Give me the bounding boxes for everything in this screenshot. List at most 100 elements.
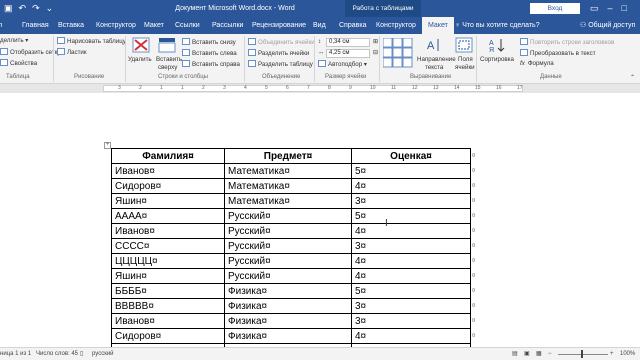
cell-subject[interactable]: Русский¤ [224, 223, 352, 239]
tab-references[interactable]: Ссылки [175, 17, 200, 34]
cell-subject[interactable]: Физика¤ [224, 313, 352, 329]
cell-surname[interactable]: Яшин¤ [111, 268, 225, 284]
tab-table-layout[interactable]: Макет [422, 17, 454, 34]
zoom-in-icon[interactable]: + [610, 350, 614, 358]
tab-review[interactable]: Рецензирование [252, 17, 306, 34]
cell-grade[interactable]: 4¤ [351, 253, 471, 269]
cell-margins-label-1[interactable]: Поля [458, 56, 473, 64]
split-cells-button[interactable]: Разделить ячейки [248, 49, 309, 58]
customize-qat-icon[interactable]: ⌄ [46, 2, 54, 15]
convert-to-text-button[interactable]: Преобразовать в текст [520, 49, 596, 58]
tab-help[interactable]: Справка [339, 17, 366, 34]
cell-subject[interactable]: Русский¤ [224, 268, 352, 284]
cell-margins-icon[interactable] [455, 37, 473, 53]
cell-height-field[interactable]: 0,34 см [326, 38, 370, 47]
cell-subject[interactable]: Русский¤ [224, 253, 352, 269]
tab-file[interactable]: л [0, 17, 2, 34]
cell-grade[interactable]: 4¤ [351, 328, 471, 344]
sort-icon[interactable]: A Я [488, 37, 506, 53]
cell-surname[interactable]: АААА¤ [111, 208, 225, 224]
read-mode-icon[interactable]: ▤ [512, 350, 518, 358]
cell-surname[interactable]: Иванов¤ [111, 223, 225, 239]
select-dropdown[interactable]: деллить ▾ [0, 37, 28, 45]
cell-surname[interactable]: Яшин¤ [111, 193, 225, 209]
tab-insert[interactable]: Вставка [58, 17, 84, 34]
maximize-icon[interactable]: □ [622, 1, 627, 15]
cell-grade[interactable]: 4¤ [351, 223, 471, 239]
tab-view[interactable]: Вид [313, 17, 326, 34]
cell-margins-label-2[interactable]: ячейки [455, 64, 475, 72]
zoom-slider[interactable] [558, 354, 608, 355]
tab-table-design[interactable]: Конструктор [376, 17, 416, 34]
cell-grade[interactable]: 5¤ [351, 163, 471, 179]
word-count[interactable]: Число слов: 45 [36, 350, 78, 358]
tab-mailings[interactable]: Рассылки [212, 17, 243, 34]
share-button[interactable]: ⚇ Общий доступ [580, 17, 635, 34]
cell-surname[interactable]: ЦЦЦЦЦ¤ [111, 253, 225, 269]
merge-cells-button[interactable]: Объединить ячейки [248, 38, 315, 47]
insert-below-button[interactable]: Вставить снизу [182, 38, 236, 47]
cell-width-field[interactable]: 4,25 см [326, 49, 370, 58]
cell-subject[interactable]: Физика¤ [224, 283, 352, 299]
header-cell-surname[interactable]: Фамилия¤ [111, 148, 225, 164]
delete-button[interactable]: Удалить [128, 56, 152, 64]
cell-subject[interactable]: Математика¤ [224, 193, 352, 209]
cell-grade[interactable]: 4¤ [351, 178, 471, 194]
tab-layout[interactable]: Макет [144, 17, 164, 34]
collapse-ribbon-icon[interactable]: ⌃ [630, 74, 635, 82]
cell-subject[interactable]: Физика¤ [224, 328, 352, 344]
cell-surname[interactable]: ВВВВВ¤ [111, 298, 225, 314]
sign-in-button[interactable]: Вход [530, 3, 580, 14]
language-indicator[interactable]: русский [92, 350, 114, 358]
split-table-button[interactable]: Разделить таблицу [248, 60, 313, 69]
text-direction-label-2[interactable]: текста [425, 64, 443, 72]
repeat-header-button[interactable]: Повторить строки заголовков [520, 38, 614, 47]
document-page[interactable]: + Фамилия¤ Предмет¤ Оценка¤ ¤ Иванов¤ Мат… [0, 93, 640, 359]
sort-button[interactable]: Сортировка [480, 56, 514, 64]
distribute-columns-icon[interactable]: ⊟ [373, 49, 378, 57]
text-direction-label-1[interactable]: Направление [417, 56, 456, 64]
cell-grade[interactable]: 3¤ [351, 193, 471, 209]
zoom-slider-thumb[interactable] [581, 350, 583, 358]
insert-above-label-2[interactable]: сверху [158, 64, 177, 72]
cell-surname[interactable]: Иванов¤ [111, 163, 225, 179]
zoom-level[interactable]: 100% [620, 350, 635, 358]
draw-table-button[interactable]: Нарисовать таблицу [57, 37, 126, 46]
distribute-rows-icon[interactable]: ⊞ [373, 38, 378, 46]
delete-table-icon[interactable] [132, 37, 150, 53]
cell-surname[interactable]: СССС¤ [111, 238, 225, 254]
undo-icon[interactable]: ↶ [19, 2, 27, 15]
cell-surname[interactable]: Иванов¤ [111, 313, 225, 329]
minimize-icon[interactable]: – [608, 1, 613, 15]
data-table[interactable]: Фамилия¤ Предмет¤ Оценка¤ ¤ Иванов¤ Матем… [111, 148, 481, 359]
ribbon-display-icon[interactable]: ▭ [590, 1, 599, 15]
eraser-button[interactable]: Ластик [57, 48, 87, 57]
cell-subject[interactable]: Математика¤ [224, 163, 352, 179]
gridlines-button[interactable]: Отобразить сетку [0, 48, 60, 57]
alignment-grid-icon[interactable] [383, 38, 413, 68]
cell-grade[interactable]: 5¤ [351, 283, 471, 299]
cell-grade[interactable]: 3¤ [351, 313, 471, 329]
cell-grade[interactable]: 4¤ [351, 268, 471, 284]
cell-surname[interactable]: ББББ¤ [111, 283, 225, 299]
cell-grade[interactable]: 5¤ [351, 208, 471, 224]
cell-grade[interactable]: 3¤ [351, 298, 471, 314]
insert-left-button[interactable]: Вставить слева [182, 49, 237, 58]
cell-surname[interactable]: Сидоров¤ [111, 178, 225, 194]
cell-surname[interactable]: Сидоров¤ [111, 328, 225, 344]
page-count[interactable]: ница 1 из 1 [0, 350, 31, 358]
tab-design[interactable]: Конструктор [96, 17, 136, 34]
zoom-out-icon[interactable]: − [548, 350, 552, 358]
web-layout-icon[interactable]: ▦ [536, 350, 542, 358]
table-move-handle[interactable]: + [104, 142, 111, 149]
cell-subject[interactable]: Физика¤ [224, 298, 352, 314]
tab-home[interactable]: Главная [22, 17, 49, 34]
text-direction-icon[interactable]: A [424, 37, 442, 53]
autofit-dropdown[interactable]: Автоподбор ▾ [318, 60, 367, 69]
insert-above-label-1[interactable]: Вставить [156, 56, 182, 64]
insert-above-icon[interactable] [158, 37, 176, 53]
cell-subject[interactable]: Русский¤ [224, 238, 352, 254]
save-icon[interactable]: ▣ [4, 2, 13, 15]
horizontal-ruler[interactable]: 3 2 1 1 2 3 4 5 6 7 8 9 10 11 12 13 14 15 16 17 [0, 84, 640, 93]
proofing-icon[interactable]: ▯ [80, 350, 83, 358]
